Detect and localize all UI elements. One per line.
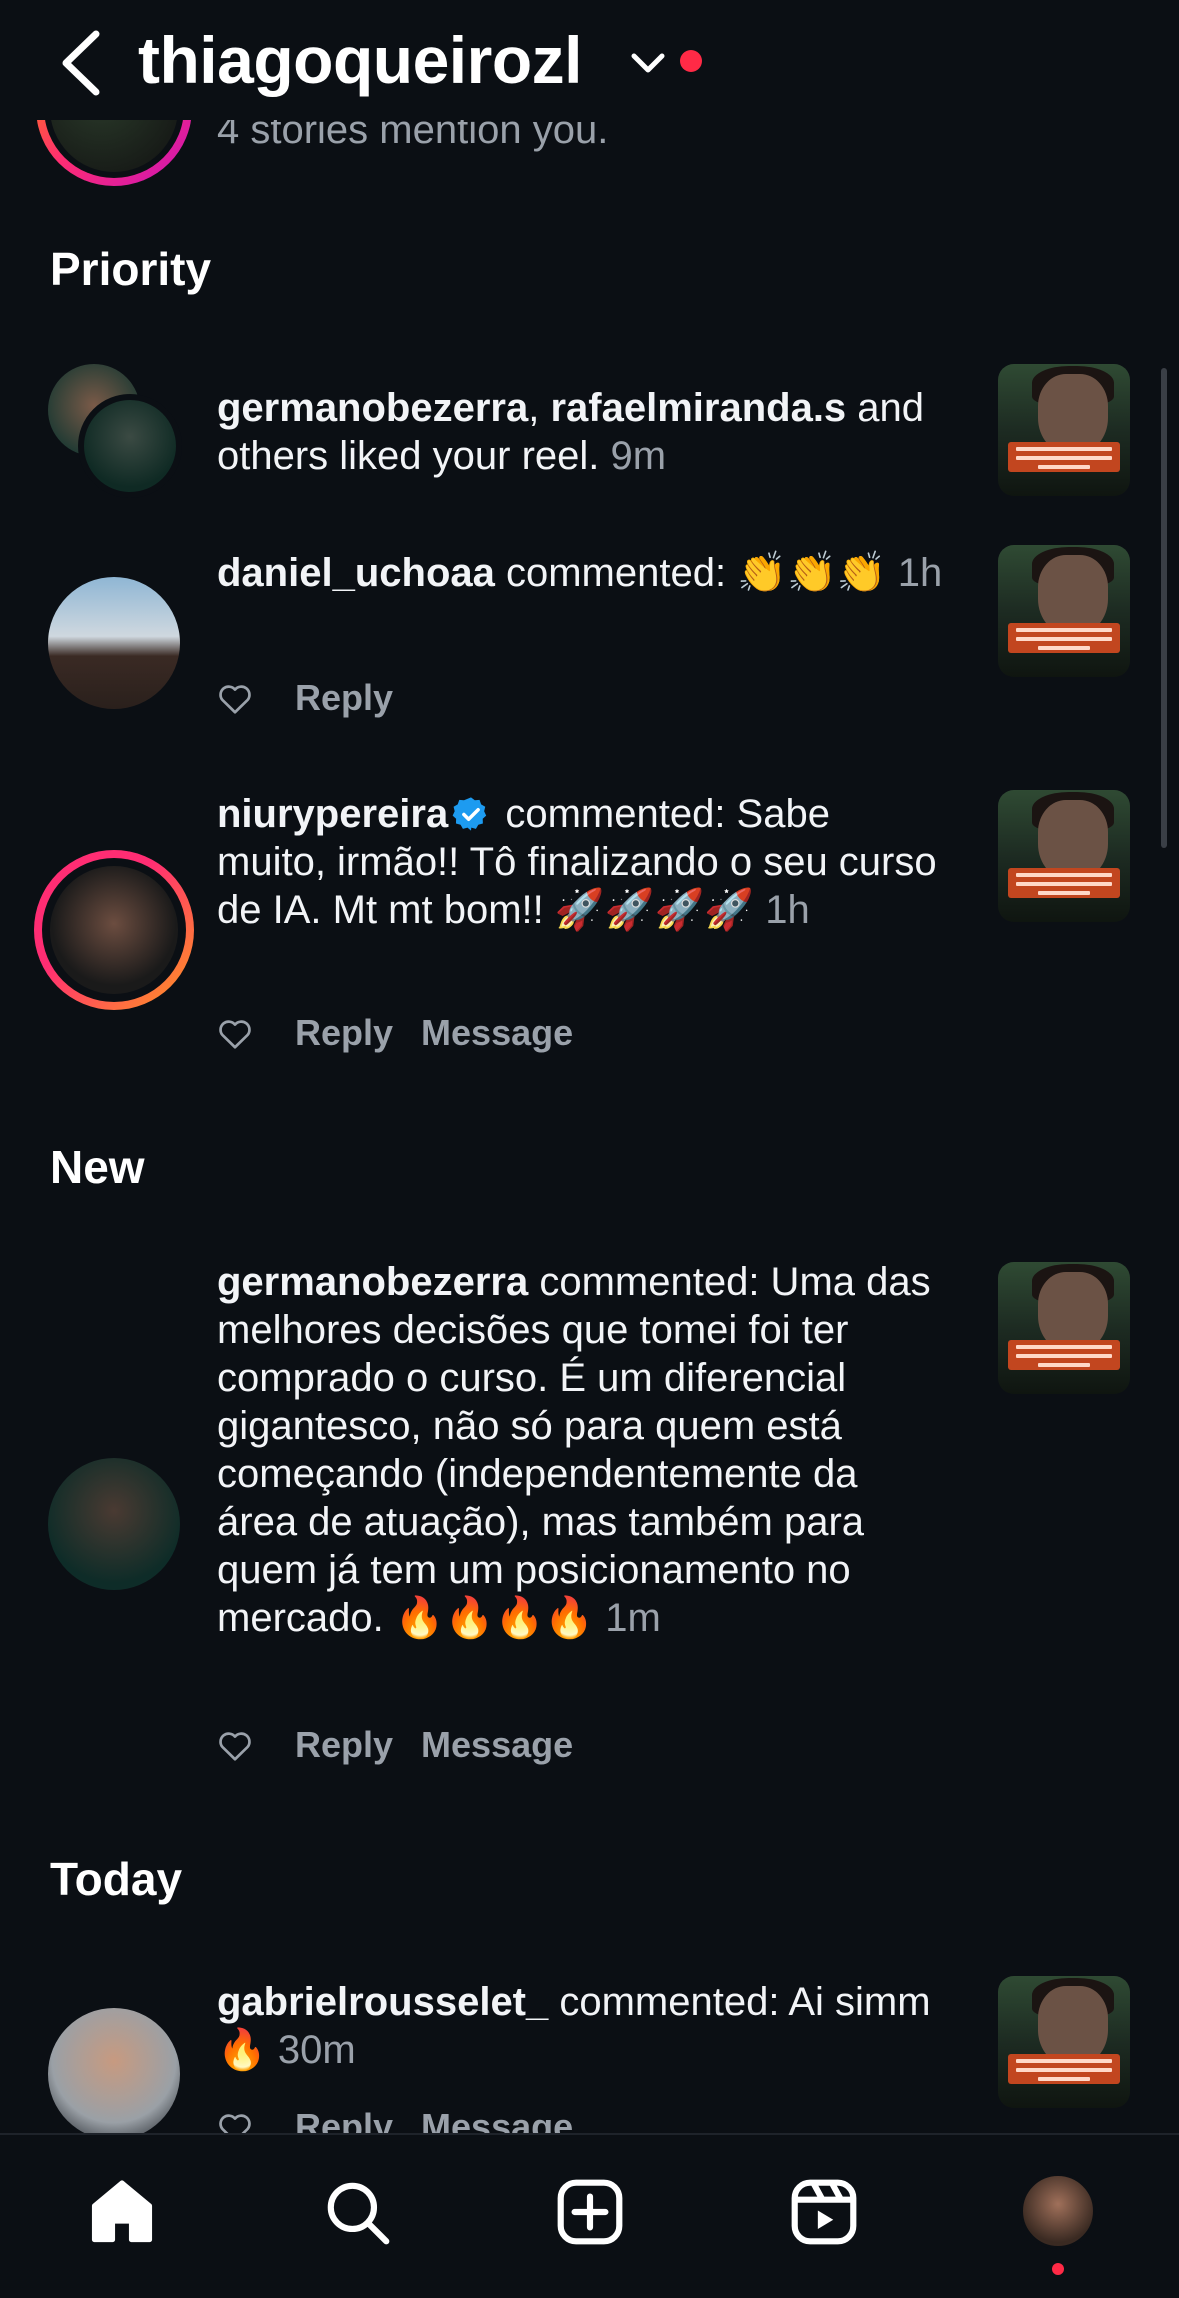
message-button[interactable]: Message <box>421 2106 573 2133</box>
notification-text: gabrielrousselet_ commented: Ai simm 🔥 3… <box>217 1978 947 2074</box>
notification-dot <box>680 50 702 72</box>
comment-actions: Reply Message <box>217 1012 573 1054</box>
comment-actions: Reply Message <box>217 2106 573 2133</box>
reel-thumbnail[interactable] <box>998 364 1130 496</box>
verified-badge-icon <box>452 797 487 831</box>
notification-text: germanobezerra commented: Uma das melhor… <box>217 1258 947 1642</box>
section-title-new: New <box>50 1141 145 1193</box>
profile-notification-dot <box>1052 2263 1064 2275</box>
username[interactable]: rafaelmiranda.s <box>550 386 846 430</box>
reply-button[interactable]: Reply <box>295 1724 393 1766</box>
reply-button[interactable]: Reply <box>295 677 393 719</box>
separator: , <box>528 386 551 430</box>
back-arrow-icon[interactable] <box>58 28 108 98</box>
chevron-down-icon[interactable] <box>630 48 666 78</box>
notification-body: commented: 👏👏👏 <box>494 551 887 595</box>
top-header: thiagoqueirozl <box>0 0 1179 120</box>
reel-thumbnail[interactable] <box>998 1262 1130 1394</box>
section-title-today: Today <box>50 1853 183 1905</box>
notifications-scroll[interactable]: 4 stories mention you. Priority germanob… <box>0 0 1179 2133</box>
home-icon[interactable] <box>85 2175 159 2249</box>
username[interactable]: niurypereira <box>217 792 448 836</box>
avatar-daniel-uchoaa[interactable] <box>48 577 180 709</box>
heart-icon[interactable] <box>217 1016 253 1050</box>
timestamp: 1h <box>886 551 943 595</box>
notification-text: niurypereira commented: Sabe muito, irmã… <box>217 790 947 934</box>
reply-button[interactable]: Reply <box>295 2106 393 2133</box>
username[interactable]: germanobezerra <box>217 1260 528 1304</box>
search-icon[interactable] <box>320 2175 394 2249</box>
avatar-germanobezerra[interactable] <box>48 1458 180 1590</box>
timestamp: 9m <box>599 434 667 478</box>
notification-text: germanobezerra, rafaelmiranda.s and othe… <box>217 384 947 480</box>
avatar-niurypereira[interactable] <box>50 866 178 994</box>
comment-actions: Reply <box>217 677 393 719</box>
reels-icon[interactable] <box>787 2175 861 2249</box>
reel-thumbnail[interactable] <box>998 790 1130 922</box>
comment-actions: Reply Message <box>217 1724 573 1766</box>
username[interactable]: daniel_uchoaa <box>217 551 495 595</box>
timestamp: 30m <box>266 2028 356 2072</box>
heart-icon[interactable] <box>217 2110 253 2133</box>
message-button[interactable]: Message <box>421 1724 573 1766</box>
avatar-gabrielrousselet[interactable] <box>48 2008 180 2133</box>
username[interactable]: germanobezerra <box>217 386 528 430</box>
section-title-priority: Priority <box>50 243 212 295</box>
avatar-rafaelmiranda[interactable] <box>78 394 182 498</box>
profile-avatar[interactable] <box>1020 2173 1096 2249</box>
scrollbar[interactable] <box>1161 368 1167 848</box>
notification-text: daniel_uchoaa commented: 👏👏👏 1h <box>217 549 947 597</box>
reel-thumbnail[interactable] <box>998 1976 1130 2108</box>
message-button[interactable]: Message <box>421 1012 573 1054</box>
notification-body: commented: Uma das melhores decisões que… <box>217 1260 931 1640</box>
reel-thumbnail[interactable] <box>998 545 1130 677</box>
heart-icon[interactable] <box>217 1728 253 1762</box>
bottom-nav <box>0 2133 1179 2298</box>
username[interactable]: gabrielrousselet_ <box>217 1980 548 2024</box>
create-icon[interactable] <box>553 2175 627 2249</box>
account-title[interactable]: thiagoqueirozl <box>138 22 582 98</box>
timestamp: 1m <box>594 1596 661 1640</box>
reply-button[interactable]: Reply <box>295 1012 393 1054</box>
timestamp: 1h <box>754 888 810 932</box>
heart-icon[interactable] <box>217 681 253 715</box>
